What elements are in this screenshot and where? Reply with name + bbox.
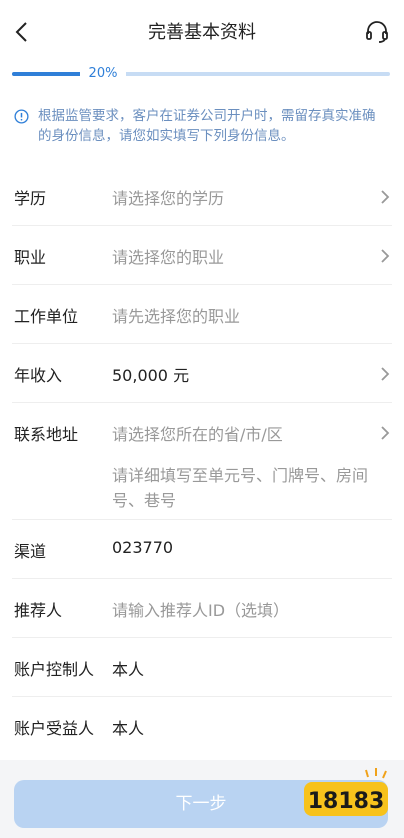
- controller-value: 本人: [112, 660, 145, 679]
- chevron-right-icon: [381, 367, 390, 381]
- address-row[interactable]: 联系地址 请选择您所在的省/市/区 请详细填写至单元号、门牌号、房间号、巷号: [12, 403, 392, 520]
- beneficiary-row: 账户受益人 本人: [12, 697, 392, 756]
- progress-label: 20%: [80, 64, 126, 84]
- headset-icon[interactable]: [364, 19, 390, 45]
- channel-value: 023770: [112, 538, 174, 557]
- notice-text: 根据监管要求，客户在证券公司开户时，需留存真实准确的身份信息，请您如实填写下列身…: [38, 108, 376, 144]
- profile-form: 学历 请选择您的学历 职业 请选择您的职业 工作单位 请先选择您的职业 年收入 …: [12, 167, 392, 756]
- occupation-row[interactable]: 职业 请选择您的职业: [12, 226, 392, 285]
- controller-label: 账户控制人: [14, 660, 95, 679]
- svg-text:18183: 18183: [308, 789, 385, 814]
- employer-input[interactable]: 请先选择您的职业: [112, 303, 240, 327]
- education-row[interactable]: 学历 请选择您的学历: [12, 167, 392, 226]
- referrer-row[interactable]: 推荐人 请输入推荐人ID（选填）: [12, 579, 392, 638]
- page-title: 完善基本资料: [148, 22, 256, 43]
- region-select[interactable]: 请选择您所在的省/市/区: [112, 421, 283, 445]
- nav-bar: 完善基本资料: [0, 0, 404, 64]
- controller-row: 账户控制人 本人: [12, 638, 392, 697]
- progress-bar: 20%: [12, 64, 390, 84]
- referrer-input[interactable]: 请输入推荐人ID（选填）: [112, 597, 289, 621]
- occupation-select[interactable]: 请选择您的职业: [112, 244, 224, 268]
- address-label: 联系地址: [14, 425, 79, 444]
- notice: 根据监管要求，客户在证券公司开户时，需留存真实准确的身份信息，请您如实填写下列身…: [14, 106, 380, 146]
- education-select[interactable]: 请选择您的学历: [112, 185, 224, 209]
- employer-label: 工作单位: [14, 307, 79, 326]
- chevron-right-icon: [381, 190, 390, 204]
- beneficiary-label: 账户受益人: [14, 719, 95, 738]
- income-row[interactable]: 年收入 50,000 元: [12, 344, 392, 403]
- watermark-logo: 18183: [304, 768, 388, 816]
- referrer-label: 推荐人: [14, 601, 63, 620]
- income-label: 年收入: [14, 366, 63, 385]
- channel-label: 渠道: [14, 542, 47, 561]
- channel-row: 渠道 023770: [12, 520, 392, 579]
- address-detail-input[interactable]: 请详细填写至单元号、门牌号、房间号、巷号: [112, 463, 382, 513]
- beneficiary-value: 本人: [112, 719, 145, 738]
- chevron-right-icon: [381, 249, 390, 263]
- employer-row[interactable]: 工作单位 请先选择您的职业: [12, 285, 392, 344]
- occupation-label: 职业: [14, 248, 47, 267]
- info-icon: [14, 109, 29, 124]
- education-label: 学历: [14, 189, 47, 208]
- chevron-right-icon: [381, 426, 390, 440]
- progress-fill: [12, 72, 88, 76]
- income-select[interactable]: 50,000 元: [112, 362, 189, 386]
